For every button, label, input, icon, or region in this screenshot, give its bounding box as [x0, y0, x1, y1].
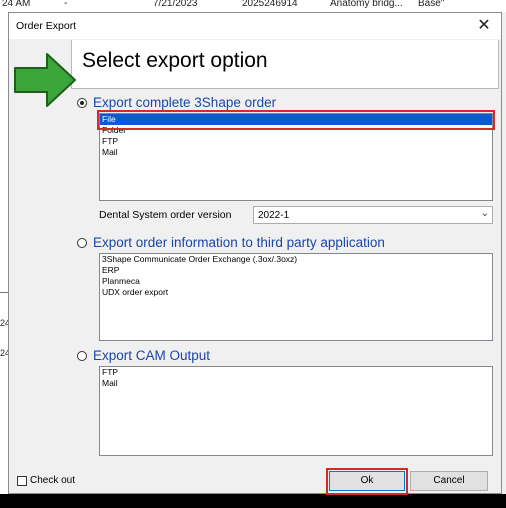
check-out-checkbox[interactable]: Check out [17, 475, 75, 486]
export-complete-option[interactable]: Export complete 3Shape order [77, 95, 276, 110]
background-taskbar [0, 494, 506, 508]
third-party-list[interactable]: 3Shape Communicate Order Exchange (.3ox/… [99, 253, 493, 341]
bg-cell: 7/21/2023 [153, 0, 198, 9]
cam-output-list[interactable]: FTP Mail [99, 366, 493, 456]
list-item-cam-mail[interactable]: Mail [100, 378, 492, 389]
version-value: 2022-1 [258, 210, 290, 221]
dialog-title: Order Export [16, 20, 77, 32]
title-bar: Order Export ✕ [9, 13, 501, 39]
bg-cell: 24 AM [2, 0, 31, 9]
bg-cell: - [64, 0, 68, 9]
background-app-left-edge: 24 24 [0, 12, 10, 508]
bg-cell: Base" [418, 0, 445, 9]
export-cam-option[interactable]: Export CAM Output [77, 348, 210, 363]
export-cam-label[interactable]: Export CAM Output [93, 348, 210, 363]
dialog-header: Select export option [9, 40, 501, 107]
green-arrow-icon [14, 53, 76, 107]
list-item-communicate[interactable]: 3Shape Communicate Order Exchange (.3ox/… [100, 254, 492, 265]
radio-export-third-party[interactable] [77, 237, 87, 248]
chevron-down-icon[interactable]: ⌄ [481, 208, 489, 219]
list-item-ftp[interactable]: FTP [100, 136, 492, 147]
list-item-cam-ftp[interactable]: FTP [100, 367, 492, 378]
radio-export-cam[interactable] [77, 350, 87, 361]
order-export-dialog: Order Export ✕ Select export option Expo… [8, 12, 502, 495]
bg-cell: 2025246914 [242, 0, 298, 9]
export-complete-label[interactable]: Export complete 3Shape order [93, 95, 276, 110]
check-out-label[interactable]: Check out [30, 475, 75, 486]
close-icon[interactable]: ✕ [473, 15, 495, 37]
cancel-button[interactable]: Cancel [410, 471, 488, 491]
bg-cell: Anatomy bridg... [330, 0, 403, 9]
annotation-highlight-ok [326, 468, 408, 495]
background-divider [0, 292, 8, 293]
checkbox-box[interactable] [17, 475, 27, 486]
list-item-udx[interactable]: UDX order export [100, 287, 492, 298]
version-dropdown[interactable]: 2022-1 ⌄ [253, 206, 493, 224]
radio-export-complete[interactable] [77, 97, 87, 108]
list-item-mail[interactable]: Mail [100, 147, 492, 158]
list-item-erp[interactable]: ERP [100, 265, 492, 276]
annotation-highlight-file [97, 110, 495, 130]
page-title: Select export option [82, 49, 268, 72]
export-third-party-label[interactable]: Export order information to third party … [93, 235, 385, 250]
export-third-party-option[interactable]: Export order information to third party … [77, 235, 385, 250]
heading-panel: Select export option [71, 40, 499, 89]
background-app-row: 24 AM - 7/21/2023 2025246914 Anatomy bri… [0, 0, 506, 12]
list-item-planmeca[interactable]: Planmeca [100, 276, 492, 287]
version-label: Dental System order version [99, 209, 232, 221]
